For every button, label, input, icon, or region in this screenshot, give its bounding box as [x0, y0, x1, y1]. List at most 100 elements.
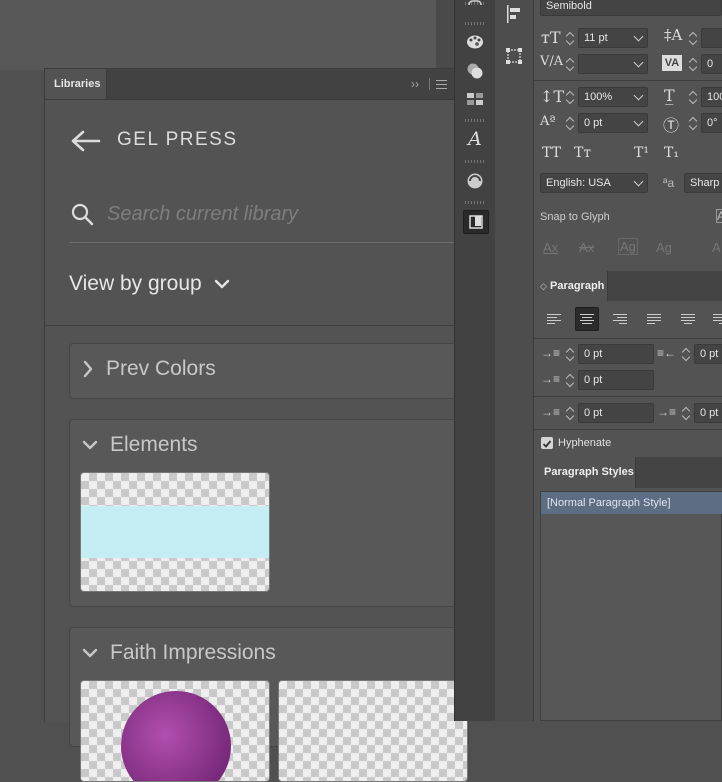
- dock-grip[interactable]: [465, 119, 485, 122]
- color-circles-icon[interactable]: [463, 60, 487, 82]
- character-rotation-icon: Ⓣ: [663, 116, 680, 135]
- align-center-icon[interactable]: [575, 307, 599, 331]
- horizontal-scale-field[interactable]: 100: [701, 87, 722, 107]
- right-indent-field[interactable]: 0 pt: [694, 344, 722, 364]
- dock-grip[interactable]: [465, 22, 485, 25]
- search-icon: [71, 203, 94, 226]
- language-dropdown[interactable]: English: USA: [540, 173, 648, 193]
- tracking-field[interactable]: 0: [701, 54, 722, 74]
- font-style-dropdown[interactable]: Semibold: [540, 0, 722, 16]
- snap-em-box-icon[interactable]: Ag: [618, 238, 638, 255]
- snap-toggle-icon[interactable]: A: [716, 209, 722, 223]
- swatch-grid-icon[interactable]: [463, 88, 487, 110]
- section-divider: [45, 325, 455, 326]
- libraries-tab[interactable]: Libraries: [45, 69, 107, 99]
- horizontal-scale-value: 100: [707, 91, 722, 103]
- snap-baseline-icon[interactable]: Ax: [543, 240, 558, 255]
- justify-center-icon[interactable]: [677, 308, 699, 330]
- first-line-indent-stepper[interactable]: [564, 370, 576, 390]
- first-line-indent-field[interactable]: 0 pt: [578, 370, 654, 390]
- left-indent-value: 0 pt: [584, 348, 603, 360]
- divider: [534, 338, 722, 339]
- tracking-value: 0: [707, 58, 714, 70]
- search-input[interactable]: [107, 199, 437, 229]
- horizontal-scale-stepper[interactable]: [687, 87, 699, 107]
- small-caps-icon[interactable]: Tᴛ: [574, 145, 591, 161]
- space-after-field[interactable]: 0 pt: [694, 403, 722, 423]
- links-icon[interactable]: [463, 0, 487, 16]
- back-arrow-icon[interactable]: [69, 129, 101, 153]
- paragraph-tab-bar: ◇ Paragraph: [534, 271, 722, 301]
- kerning-stepper[interactable]: [564, 54, 576, 74]
- leading-field[interactable]: [701, 28, 722, 48]
- hyphenate-checkbox[interactable]: [541, 437, 553, 449]
- swatches-palette-icon[interactable]: [463, 31, 487, 53]
- group-header[interactable]: Elements: [82, 433, 198, 457]
- subscript-icon[interactable]: T₁: [664, 145, 679, 161]
- paragraph-style-item[interactable]: [Normal Paragraph Style]: [541, 492, 722, 514]
- snap-to-glyph-label: Snap to Glyph: [540, 211, 610, 223]
- snap-angular-icon[interactable]: A: [712, 240, 721, 255]
- paragraph-styles-tab[interactable]: Paragraph Styles: [534, 457, 636, 488]
- left-indent-field[interactable]: 0 pt: [578, 344, 654, 364]
- justify-right-icon[interactable]: [709, 308, 722, 330]
- libraries-tab-bar: Libraries ››: [45, 69, 455, 100]
- font-size-stepper[interactable]: [564, 28, 576, 48]
- libraries-panel: Libraries ›› GEL PRESS View by group Pre…: [44, 68, 469, 782]
- baseline-shift-icon: Aª: [540, 114, 556, 129]
- vertical-scale-stepper[interactable]: [564, 87, 576, 107]
- tracking-stepper[interactable]: [687, 54, 699, 74]
- align-left-edges-icon[interactable]: [502, 3, 526, 25]
- collapse-panel-icon[interactable]: ››: [411, 77, 419, 91]
- snap-x-height-icon[interactable]: Ax: [579, 240, 594, 255]
- chevron-right-icon: [83, 360, 93, 378]
- font-style-value: Semibold: [546, 0, 592, 12]
- space-after-stepper[interactable]: [680, 403, 692, 423]
- all-caps-icon[interactable]: TT: [542, 145, 561, 161]
- character-styles-icon[interactable]: A: [463, 128, 487, 150]
- antialias-dropdown[interactable]: Sharp: [684, 173, 722, 193]
- vertical-scale-value: 100%: [584, 91, 613, 103]
- element-thumbnail[interactable]: [80, 680, 270, 782]
- panel-menu-icon[interactable]: [436, 80, 447, 92]
- align-left-icon[interactable]: [543, 308, 565, 330]
- space-before-value: 0 pt: [584, 407, 603, 419]
- paragraph-tab-label: Paragraph: [549, 280, 605, 292]
- search-underline: [69, 242, 455, 243]
- chevron-down-icon: [82, 648, 98, 658]
- group-name: Prev Colors: [106, 357, 216, 380]
- snap-glyph-bounds-icon[interactable]: Ag: [656, 240, 672, 255]
- superscript-icon[interactable]: T¹: [634, 145, 649, 161]
- cc-libraries-icon[interactable]: [463, 170, 487, 192]
- dock-grip[interactable]: [465, 160, 485, 163]
- element-thumbnail[interactable]: [80, 472, 270, 592]
- element-thumbnail[interactable]: [278, 680, 468, 782]
- baseline-shift-stepper[interactable]: [564, 113, 576, 133]
- baseline-shift-value: 0 pt: [584, 117, 603, 129]
- right-indent-stepper[interactable]: [680, 344, 692, 364]
- group-name: Elements: [110, 433, 198, 456]
- paragraph-tab[interactable]: ◇ Paragraph: [534, 271, 608, 301]
- tab-collapse-icon: ◇: [540, 281, 547, 291]
- rotation-stepper[interactable]: [687, 113, 699, 133]
- rotation-field[interactable]: 0°: [701, 113, 722, 133]
- dock-grip[interactable]: [465, 201, 485, 204]
- group-header[interactable]: Faith Impressions: [82, 641, 276, 665]
- justify-left-icon[interactable]: [643, 308, 665, 330]
- paragraph-styles-list: [Normal Paragraph Style]: [540, 491, 722, 721]
- rotation-value: 0°: [707, 117, 718, 129]
- divider: [534, 396, 722, 397]
- panel-icon-dock: A: [454, 0, 496, 721]
- space-before-field[interactable]: 0 pt: [578, 403, 654, 423]
- view-by-group-dropdown[interactable]: View by group: [69, 272, 230, 296]
- libraries-active-icon[interactable]: [463, 210, 489, 234]
- transform-icon[interactable]: [502, 45, 526, 67]
- first-line-indent-value: 0 pt: [584, 374, 603, 386]
- space-before-stepper[interactable]: [564, 403, 576, 423]
- leading-stepper[interactable]: [687, 28, 699, 48]
- left-indent-stepper[interactable]: [564, 344, 576, 364]
- library-title: GEL PRESS: [117, 129, 238, 150]
- group-header[interactable]: Prev Colors: [82, 357, 216, 381]
- align-right-icon[interactable]: [609, 308, 631, 330]
- group-prev-colors[interactable]: Prev Colors: [69, 343, 469, 399]
